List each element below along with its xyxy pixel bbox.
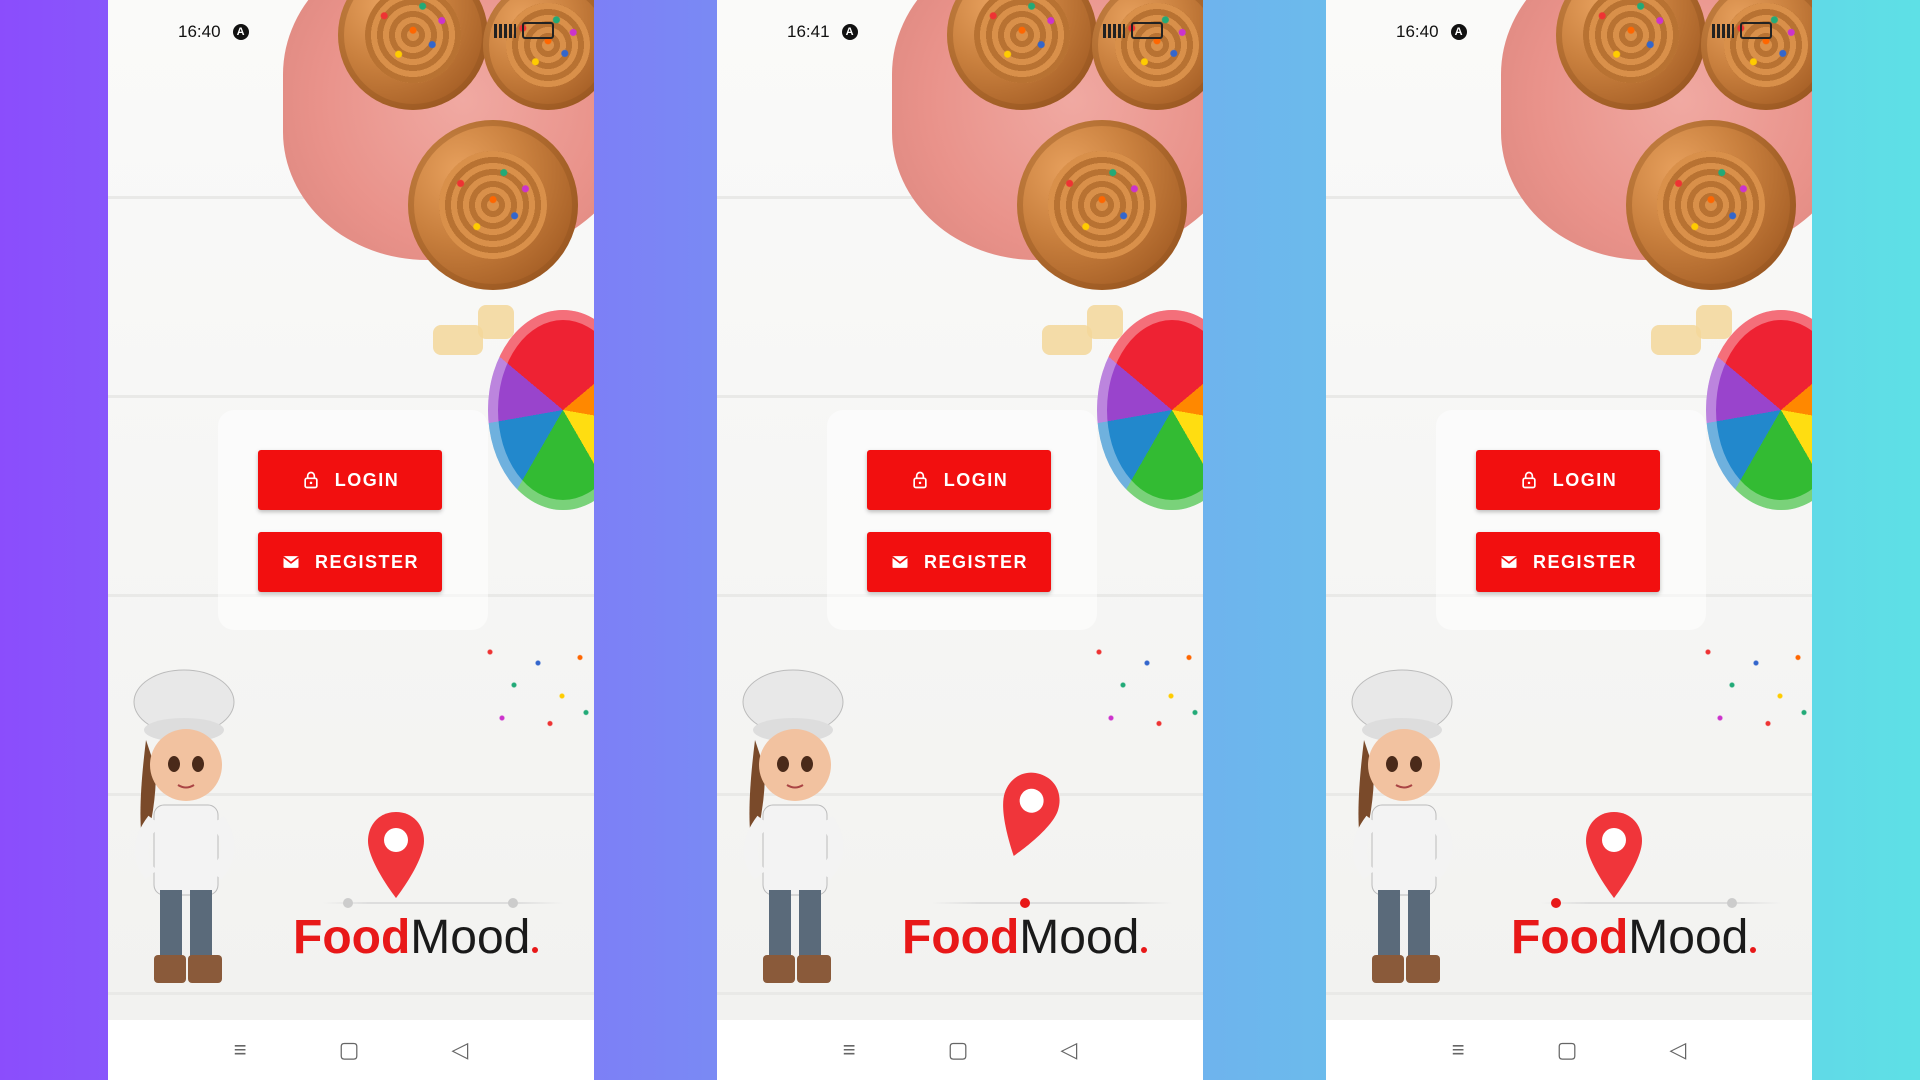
cupcake-image [1626,120,1796,290]
status-bar: 16:40 A [178,20,249,44]
logo-divider-line [932,898,1172,908]
register-button[interactable]: REGISTER [867,532,1051,592]
back-icon[interactable]: ◁ [1060,1037,1077,1063]
back-icon[interactable]: ◁ [1669,1037,1686,1063]
foodmood-logo: FoodMood [1511,810,1781,970]
gummy-candy [1651,325,1701,355]
app-logo-text: FoodMood [902,910,1148,965]
gummy-candy [1087,305,1123,339]
status-time: 16:40 [1396,22,1439,41]
auth-card [218,410,488,630]
location-pin-icon [368,812,424,898]
menu-icon[interactable]: ≡ [234,1037,247,1063]
cupcake-image [408,120,578,290]
logo-divider-line [1541,898,1781,908]
battery-icon [1131,22,1163,39]
logo-word-food: Food [902,911,1020,964]
system-nav-bar: ≡ ▢ ◁ [1326,1020,1812,1080]
chef-mascot-image [742,669,844,983]
gummy-candy [478,305,514,339]
register-label: REGISTER [1532,551,1637,572]
status-time: 16:40 [178,22,221,41]
logo-word-mood: Mood [1628,911,1749,964]
logo-word-food: Food [1511,911,1629,964]
auth-card [1436,410,1706,630]
notification-icon: A [1450,24,1467,40]
gummy-candy [1042,325,1092,355]
register-button[interactable]: REGISTER [258,532,442,592]
battery-icon [522,22,554,39]
home-icon[interactable]: ▢ [1557,1037,1578,1063]
lock-icon [304,471,318,489]
phone-screen-1: 16:40 A LOGIN REGISTER FoodMood ≡ ▢ ◁ [108,0,594,1080]
home-icon[interactable]: ▢ [948,1037,969,1063]
mail-icon [282,556,299,568]
logo-word-mood: Mood [410,911,531,964]
status-indicators [1712,22,1772,39]
logo-word-food: Food [293,911,411,964]
register-button[interactable]: REGISTER [1476,532,1660,592]
logo-divider-line [323,898,563,908]
gummy-candy [433,325,483,355]
app-logo-text: FoodMood [1511,910,1757,965]
mail-icon [891,556,908,568]
sprinkles [478,630,594,740]
phone-screen-2: 16:41 A LOGIN REGISTER FoodMood ≡ ▢ ◁ [717,0,1203,1080]
battery-icon [1740,22,1772,39]
app-logo-text: FoodMood [293,910,539,965]
mail-icon [1500,556,1517,568]
system-nav-bar: ≡ ▢ ◁ [108,1020,594,1080]
notification-icon: A [841,24,858,40]
foodmood-logo: FoodMood [293,810,563,970]
system-nav-bar: ≡ ▢ ◁ [717,1020,1203,1080]
menu-icon[interactable]: ≡ [843,1037,856,1063]
menu-icon[interactable]: ≡ [1452,1037,1465,1063]
login-label: LOGIN [1552,469,1618,490]
lock-icon [913,471,927,489]
login-label: LOGIN [334,469,400,490]
foodmood-logo: FoodMood [902,772,1172,970]
home-icon[interactable]: ▢ [339,1037,360,1063]
gummy-candy [1696,305,1732,339]
sprinkles [1696,630,1812,740]
status-time: 16:41 [787,22,830,41]
sprinkles [1087,630,1203,740]
register-label: REGISTER [314,551,419,572]
lock-icon [1522,471,1536,489]
status-bar: 16:41 A [787,20,858,44]
register-label: REGISTER [923,551,1028,572]
login-button[interactable]: LOGIN [867,450,1051,510]
login-button[interactable]: LOGIN [1476,450,1660,510]
login-label: LOGIN [943,469,1009,490]
signal-icon [1103,23,1125,38]
logo-word-mood: Mood [1019,911,1140,964]
back-icon[interactable]: ◁ [451,1037,468,1063]
signal-icon [494,23,516,38]
status-indicators [494,22,554,39]
cupcake-image [1017,120,1187,290]
notification-icon: A [232,24,249,40]
chef-mascot-image [133,669,235,983]
phone-screen-3: 16:40 A LOGIN REGISTER FoodMood ≡ ▢ ◁ [1326,0,1812,1080]
signal-icon [1712,23,1734,38]
location-pin-icon [1586,812,1642,898]
status-indicators [1103,22,1163,39]
status-bar: 16:40 A [1396,20,1467,44]
auth-card [827,410,1097,630]
login-button[interactable]: LOGIN [258,450,442,510]
chef-mascot-image [1351,669,1453,983]
